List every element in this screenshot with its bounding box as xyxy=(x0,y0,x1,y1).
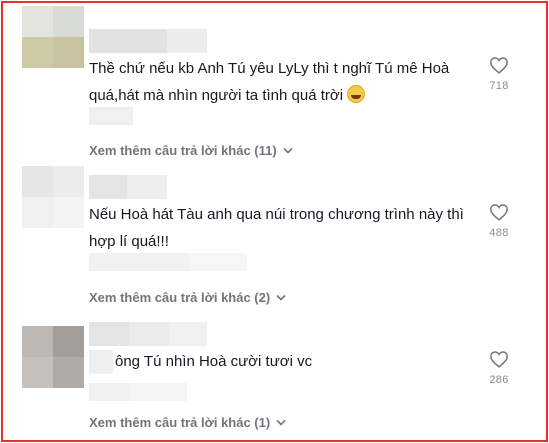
comment-text-content: Thề chứ nếu kb Anh Tú yêu LyLy thì t ngh… xyxy=(89,60,450,104)
view-more-replies-button[interactable]: Xem thêm câu trả lời khác (2) xyxy=(89,290,286,305)
comment-section-frame: Thề chứ nếu kb Anh Tú yêu LyLy thì t ngh… xyxy=(1,1,548,442)
comment-meta-blurred xyxy=(89,107,133,125)
comment-text: Thề chứ nếu kb Anh Tú yêu LyLy thì t ngh… xyxy=(89,55,469,109)
heart-outline-icon xyxy=(490,57,508,74)
like-button[interactable]: 718 xyxy=(483,56,515,92)
username-blurred[interactable] xyxy=(89,322,207,346)
comment-text: Nếu Hoà hát Tàu anh qua núi trong chương… xyxy=(89,201,469,255)
view-more-replies-label: Xem thêm câu trả lời khác (2) xyxy=(89,290,271,305)
mention-avatar-blurred xyxy=(89,350,113,374)
chevron-down-icon xyxy=(276,419,286,426)
chevron-down-icon xyxy=(283,147,293,154)
like-button[interactable]: 286 xyxy=(483,350,515,386)
comment-text-content: Nếu Hoà hát Tàu anh qua núi trong chương… xyxy=(89,206,464,250)
view-more-replies-button[interactable]: Xem thêm câu trả lời khác (1) xyxy=(89,415,286,430)
comment-meta-blurred xyxy=(89,383,187,401)
avatar[interactable] xyxy=(22,6,84,68)
comment-text-content: ông Tú nhìn Hoà cười tươi vc xyxy=(115,353,313,370)
view-more-replies-button[interactable]: Xem thêm câu trả lời khác (11) xyxy=(89,143,293,158)
like-count: 286 xyxy=(489,374,509,386)
comment-text: ông Tú nhìn Hoà cười tươi vc xyxy=(115,348,495,375)
chevron-down-icon xyxy=(276,294,286,301)
view-more-replies-label: Xem thêm câu trả lời khác (11) xyxy=(89,143,277,158)
like-count: 488 xyxy=(489,227,509,239)
view-more-replies-label: Xem thêm câu trả lời khác (1) xyxy=(89,415,271,430)
avatar[interactable] xyxy=(22,326,84,388)
avatar[interactable] xyxy=(22,166,84,228)
heart-outline-icon xyxy=(490,351,508,368)
username-blurred[interactable] xyxy=(89,29,207,53)
username-blurred[interactable] xyxy=(89,175,167,199)
heart-outline-icon xyxy=(490,204,508,221)
comment-meta-blurred xyxy=(89,253,247,271)
like-button[interactable]: 488 xyxy=(483,203,515,239)
like-count: 718 xyxy=(489,80,509,92)
laughing-emoji-icon xyxy=(347,85,366,103)
